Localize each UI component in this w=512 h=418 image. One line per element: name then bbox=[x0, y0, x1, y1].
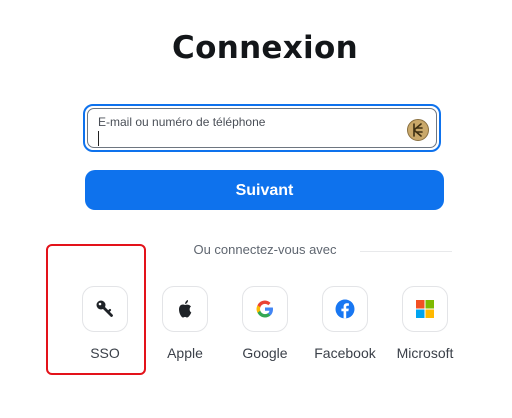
password-manager-glyph bbox=[413, 123, 423, 137]
facebook-icon bbox=[335, 299, 355, 319]
google-login-button[interactable]: Google bbox=[225, 286, 305, 361]
page-title: Connexion bbox=[172, 30, 358, 66]
text-caret bbox=[98, 131, 99, 146]
microsoft-icon-box[interactable] bbox=[402, 286, 448, 332]
microsoft-login-button[interactable]: Microsoft bbox=[385, 286, 465, 361]
facebook-icon-box[interactable] bbox=[322, 286, 368, 332]
email-phone-field-label: E-mail ou numéro de téléphone bbox=[98, 115, 266, 129]
password-manager-icon[interactable] bbox=[407, 119, 429, 141]
next-button[interactable]: Suivant bbox=[85, 170, 444, 210]
google-label: Google bbox=[242, 345, 288, 361]
login-page: Connexion E-mail ou numéro de téléphone … bbox=[0, 0, 512, 418]
facebook-label: Facebook bbox=[314, 345, 376, 361]
sso-highlight-box bbox=[46, 244, 146, 375]
facebook-login-button[interactable]: Facebook bbox=[305, 286, 385, 361]
google-icon bbox=[256, 300, 273, 318]
apple-label: Apple bbox=[167, 345, 203, 361]
apple-icon-box[interactable] bbox=[162, 286, 208, 332]
google-icon-box[interactable] bbox=[242, 286, 288, 332]
apple-login-button[interactable]: Apple bbox=[145, 286, 225, 361]
apple-icon bbox=[179, 300, 192, 318]
microsoft-icon bbox=[416, 300, 434, 318]
microsoft-label: Microsoft bbox=[396, 345, 454, 361]
divider-text: Ou connectez-vous avec bbox=[170, 242, 360, 257]
email-phone-field[interactable]: E-mail ou numéro de téléphone bbox=[83, 104, 441, 152]
